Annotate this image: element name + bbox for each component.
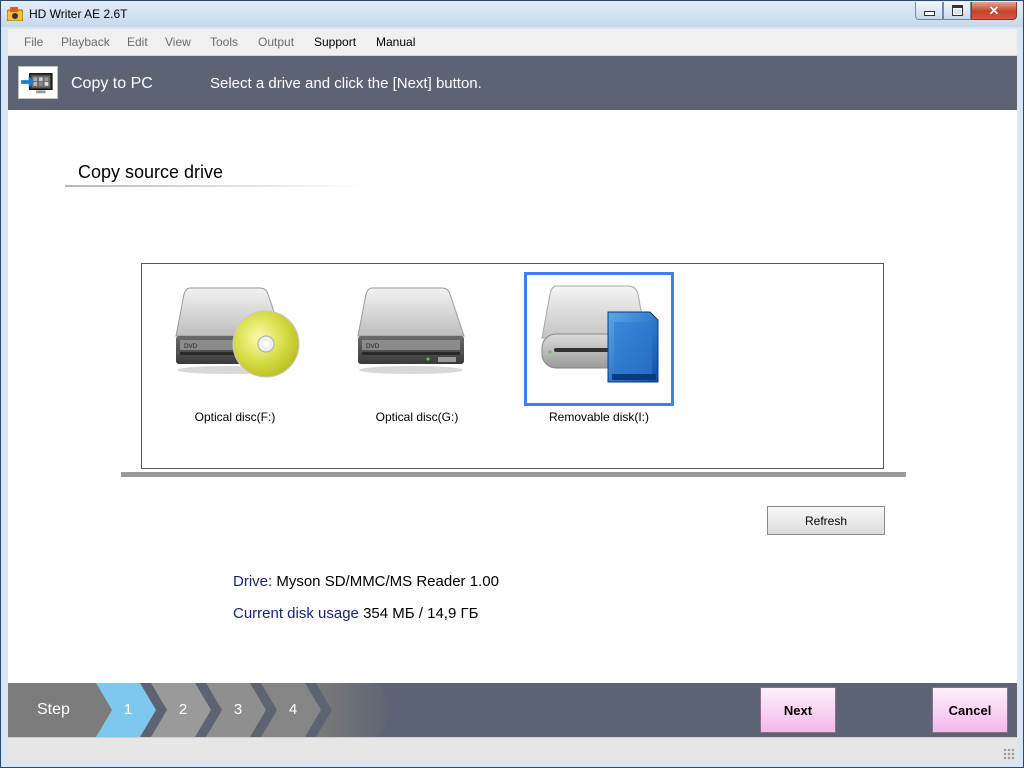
step-trail bbox=[316, 683, 396, 737]
svg-text:DVD: DVD bbox=[184, 343, 198, 350]
disk-usage-info: Current disk usage 354 МБ / 14,9 ГБ bbox=[233, 605, 478, 622]
menu-output[interactable]: Output bbox=[258, 35, 294, 49]
menu-manual[interactable]: Manual bbox=[376, 35, 415, 49]
step-label: Step bbox=[37, 701, 70, 718]
step-1: 1 bbox=[96, 683, 158, 737]
section-title: Copy source drive bbox=[78, 162, 224, 182]
menu-file[interactable]: File bbox=[24, 35, 43, 49]
disk-usage-value: 354 МБ / 14,9 ГБ bbox=[363, 605, 479, 622]
status-bar bbox=[8, 737, 1017, 762]
step-2: 2 bbox=[151, 683, 213, 737]
maximize-button[interactable] bbox=[943, 2, 971, 20]
page-header: Copy to PC Select a drive and click the … bbox=[8, 56, 1017, 110]
step-bar: Step 1 2 3 4 Next Cancel bbox=[8, 683, 1017, 737]
app-window: HD Writer AE 2.6T ✕ File Playback Edit V… bbox=[0, 0, 1024, 768]
drive-optical-g[interactable]: DVD Optical disc(G:) bbox=[342, 272, 492, 432]
drive-info: Drive: Myson SD/MMC/MS Reader 1.00 bbox=[233, 573, 499, 590]
disk-usage-label: Current disk usage bbox=[233, 605, 359, 622]
drive-removable-i[interactable]: Removable disk(I:) bbox=[524, 272, 674, 432]
window-title: HD Writer AE 2.6T bbox=[29, 7, 128, 21]
close-icon: ✕ bbox=[988, 2, 1000, 18]
menu-support[interactable]: Support bbox=[314, 35, 356, 49]
instruction-text: Select a drive and click the [Next] butt… bbox=[210, 75, 482, 92]
minimize-button[interactable] bbox=[915, 2, 943, 20]
drive-label: Optical disc(F:) bbox=[194, 410, 276, 424]
step-3-number: 3 bbox=[233, 701, 243, 718]
close-button[interactable]: ✕ bbox=[971, 2, 1017, 20]
menu-view[interactable]: View bbox=[165, 35, 191, 49]
maximize-icon bbox=[951, 5, 963, 16]
panel-divider bbox=[121, 472, 906, 477]
page-title: Copy to PC bbox=[71, 75, 153, 92]
minimize-icon bbox=[923, 11, 935, 16]
optical-drive-with-disc-icon: DVD bbox=[175, 287, 300, 378]
drive-list: DVD Optical disc(F:) DVD Optical disc(G:… bbox=[141, 263, 884, 469]
step-2-number: 2 bbox=[178, 701, 188, 718]
next-button[interactable]: Next bbox=[760, 687, 836, 733]
step-4-number: 4 bbox=[288, 701, 298, 718]
step-4: 4 bbox=[261, 683, 323, 737]
drive-label: Optical disc(G:) bbox=[375, 410, 459, 424]
cancel-button[interactable]: Cancel bbox=[932, 687, 1008, 733]
step-3: 3 bbox=[206, 683, 268, 737]
section-divider bbox=[65, 185, 365, 187]
drive-info-value: Myson SD/MMC/MS Reader 1.00 bbox=[276, 573, 499, 590]
removable-disk-sd-card-icon bbox=[541, 285, 659, 383]
menu-bar: File Playback Edit View Tools Output Sup… bbox=[8, 29, 1017, 56]
refresh-button[interactable]: Refresh bbox=[767, 506, 885, 535]
svg-text:DVD: DVD bbox=[366, 343, 380, 350]
step-1-number: 1 bbox=[123, 701, 133, 718]
window-controls: ✕ bbox=[915, 2, 1017, 21]
resize-grip-icon[interactable] bbox=[1003, 748, 1015, 760]
copy-to-pc-icon bbox=[18, 66, 58, 99]
menu-tools[interactable]: Tools bbox=[210, 35, 238, 49]
menu-playback[interactable]: Playback bbox=[61, 35, 110, 49]
drive-label: Removable disk(I:) bbox=[548, 410, 650, 424]
drive-info-label: Drive: bbox=[233, 573, 273, 590]
menu-edit[interactable]: Edit bbox=[127, 35, 148, 49]
hd-writer-app-icon[interactable] bbox=[7, 7, 23, 21]
title-bar: HD Writer AE 2.6T ✕ bbox=[1, 1, 1023, 27]
main-content: Copy source drive DVD Optical disc(F:) D… bbox=[8, 110, 1017, 683]
optical-drive-icon: DVD bbox=[357, 287, 465, 374]
drive-optical-f[interactable]: DVD Optical disc(F:) bbox=[160, 272, 310, 432]
